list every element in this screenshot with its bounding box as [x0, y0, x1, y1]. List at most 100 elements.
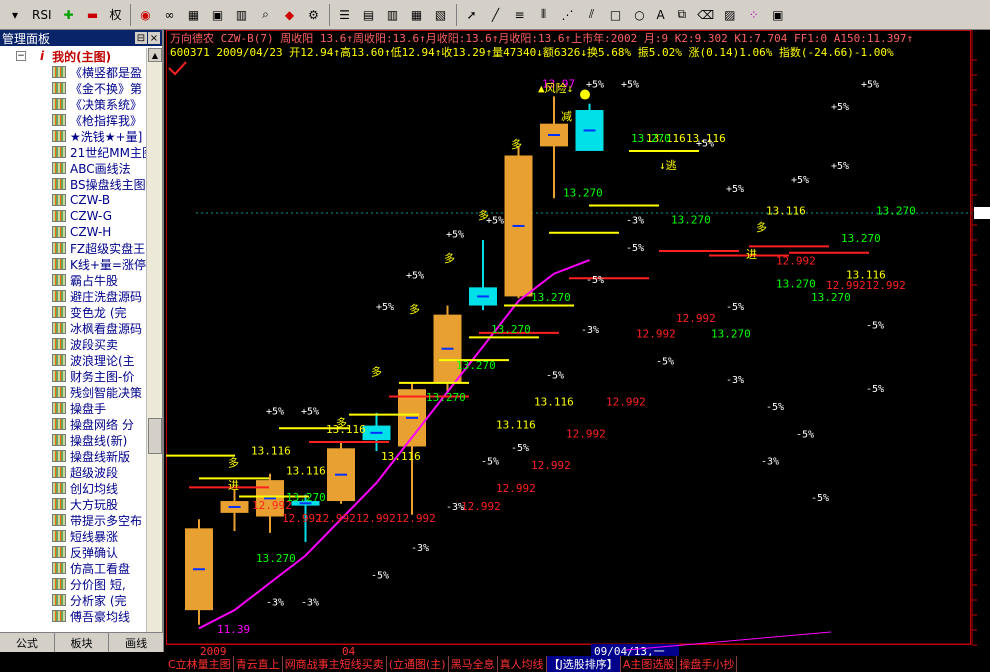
close-icon[interactable]: × [148, 32, 160, 44]
tree-item[interactable]: CZW-H [0, 224, 146, 240]
tree-item[interactable]: K线+量=涨停 [0, 256, 146, 272]
tree-item[interactable]: ★洗钱★+量] [0, 128, 146, 144]
layout-icon[interactable]: ▦ [406, 4, 428, 26]
tree-item[interactable]: 操盘线(新) [0, 432, 146, 448]
tree-item[interactable]: 《横竖都是盈 [0, 64, 146, 80]
circle-icon[interactable]: ○ [629, 4, 651, 26]
tree-item[interactable]: ABC画线法 [0, 160, 146, 176]
cursor-icon[interactable]: ➚ [461, 4, 483, 26]
line-icon[interactable]: ╱ [485, 4, 507, 26]
fan-icon[interactable]: ⋰ [557, 4, 579, 26]
bottom-tab[interactable]: 黑马全息 [449, 656, 498, 672]
save-icon[interactable]: ▣ [767, 4, 789, 26]
tree-item[interactable]: 仿高工看盘 [0, 560, 146, 576]
pct-label: -3% [301, 598, 319, 609]
tree-item[interactable]: 变色龙 (完 [0, 304, 146, 320]
tree-item[interactable]: 创幻均线 [0, 480, 146, 496]
scroll-up-icon[interactable]: ▲ [148, 48, 162, 62]
camera-icon[interactable]: ▣ [207, 4, 229, 26]
tree-item[interactable]: 《决策系统》 [0, 96, 146, 112]
tree-item[interactable]: CZW-B [0, 192, 146, 208]
panel-title-bar: 管理面板 ⊟ × [0, 30, 162, 46]
eraser-icon[interactable]: ⌫ [695, 4, 717, 26]
tree-item-label: 大方玩股 [70, 497, 119, 512]
tree-item[interactable]: 操盘网络 分 [0, 416, 146, 432]
tab-formula[interactable]: 公式 [0, 633, 55, 652]
tree-item[interactable]: 21世纪MM主图 [0, 144, 146, 160]
parallel-icon[interactable]: ⫽ [581, 4, 603, 26]
tree-item[interactable]: 短线暴涨 [0, 528, 146, 544]
quan-button[interactable]: 权 [106, 4, 126, 26]
bottom-tab[interactable]: A主图选股 [621, 656, 678, 672]
tree-item[interactable]: 《枪指挥我》 [0, 112, 146, 128]
tree-item-label: BS操盘线主图 [70, 177, 146, 192]
move-icon[interactable]: ✚ [58, 4, 80, 26]
tree-item[interactable]: 冰枫看盘源码 [0, 320, 146, 336]
risk-signal-label: ▲风险↓ [538, 81, 573, 95]
tree-item[interactable]: 傅吾豪均线 [0, 608, 146, 624]
dropdown-icon[interactable]: ▾ [4, 4, 26, 26]
tree-item[interactable]: 《金不换》第 [0, 80, 146, 96]
layout-icon[interactable]: ▥ [382, 4, 404, 26]
vlines-icon[interactable]: ⦀ [533, 4, 555, 26]
layout-icon[interactable]: ☰ [334, 4, 356, 26]
alarm-icon[interactable]: ◆ [279, 4, 301, 26]
grid-icon[interactable]: ▦ [183, 4, 205, 26]
channel-icon[interactable]: ≡ [509, 4, 531, 26]
palette-icon[interactable]: ⁘ [743, 4, 765, 26]
rsi-button[interactable]: RSI [28, 4, 56, 26]
level-label-red: 12.992 [356, 512, 396, 525]
layout-icon[interactable]: ▧ [430, 4, 452, 26]
color-icon[interactable]: ▨ [719, 4, 741, 26]
scroll-thumb[interactable] [148, 418, 162, 454]
bottom-tab[interactable]: 操盘手小抄 [677, 656, 738, 672]
tree-item-label: 《枪指挥我》 [70, 113, 143, 128]
tree-item[interactable]: 操盘手 [0, 400, 146, 416]
settings-icon[interactable]: ⚙ [303, 4, 325, 26]
formula-icon [52, 322, 66, 334]
tree-item[interactable]: 残剑智能决策 [0, 384, 146, 400]
formula-icon [52, 514, 66, 526]
layout-icon[interactable]: ▤ [358, 4, 380, 26]
tree-item[interactable]: 避庄洗盘源码 [0, 288, 146, 304]
tree-item[interactable]: BS操盘线主图 [0, 176, 146, 192]
tab-sector[interactable]: 板块 [55, 633, 110, 652]
tree-item[interactable]: 霸占牛股 [0, 272, 146, 288]
zoom-icon[interactable]: ⌕ [255, 4, 277, 26]
circles-icon[interactable]: ◉ [135, 4, 157, 26]
tree-item[interactable]: 分价图 短, [0, 576, 146, 592]
level-label-green: 13.270 [811, 291, 851, 304]
tree-item[interactable]: 大方玩股 [0, 496, 146, 512]
tree-item[interactable]: 反弹确认 [0, 544, 146, 560]
tree-root-label: 我的(主图) [52, 49, 112, 64]
book-icon[interactable]: ▥ [231, 4, 253, 26]
tree-item[interactable]: FZ超级实盘王 [0, 240, 146, 256]
formula-icon [52, 82, 66, 94]
bottom-tab[interactable]: 网商战事主短线买卖 [283, 656, 387, 672]
level-label-red: 12.992 [866, 279, 906, 292]
glasses-icon[interactable]: ∞ [159, 4, 181, 26]
panel-scrollbar[interactable]: ▲ [146, 48, 162, 652]
tree-item[interactable]: CZW-G [0, 208, 146, 224]
tree-root[interactable]: − i 我的(主图) [0, 48, 146, 64]
bottom-tab-active[interactable]: 【J选股排序】 [546, 656, 621, 672]
tree-item[interactable]: 超级波段 [0, 464, 146, 480]
pin-icon[interactable]: ⊟ [135, 32, 147, 44]
rect-icon[interactable]: □ [605, 4, 627, 26]
copy-icon[interactable]: ⧉ [671, 4, 693, 26]
minus-icon[interactable]: ▬ [82, 4, 104, 26]
tree-item[interactable]: 波段买卖 [0, 336, 146, 352]
tree-item[interactable]: 分析家 (完 [0, 592, 146, 608]
tree-item[interactable]: 带提示多空布 [0, 512, 146, 528]
tab-drawing[interactable]: 画线 [109, 633, 165, 652]
tree-item[interactable]: 财务主图-价 [0, 368, 146, 384]
bottom-tab[interactable]: 真人均线 [498, 656, 547, 672]
kline-chart[interactable]: 2009 04 09/04/13,一11.3913.9713.11613.11613… [166, 30, 990, 672]
bottom-tab[interactable]: (立通图(主) [387, 656, 449, 672]
text-tool-button[interactable]: A [653, 4, 669, 26]
bottom-tab[interactable]: C立林量主图 [166, 656, 234, 672]
bottom-tab[interactable]: 青云直上 [234, 656, 283, 672]
collapse-icon[interactable]: − [16, 51, 26, 61]
tree-item[interactable]: 操盘线新版 [0, 448, 146, 464]
tree-item[interactable]: 波浪理论(主 [0, 352, 146, 368]
